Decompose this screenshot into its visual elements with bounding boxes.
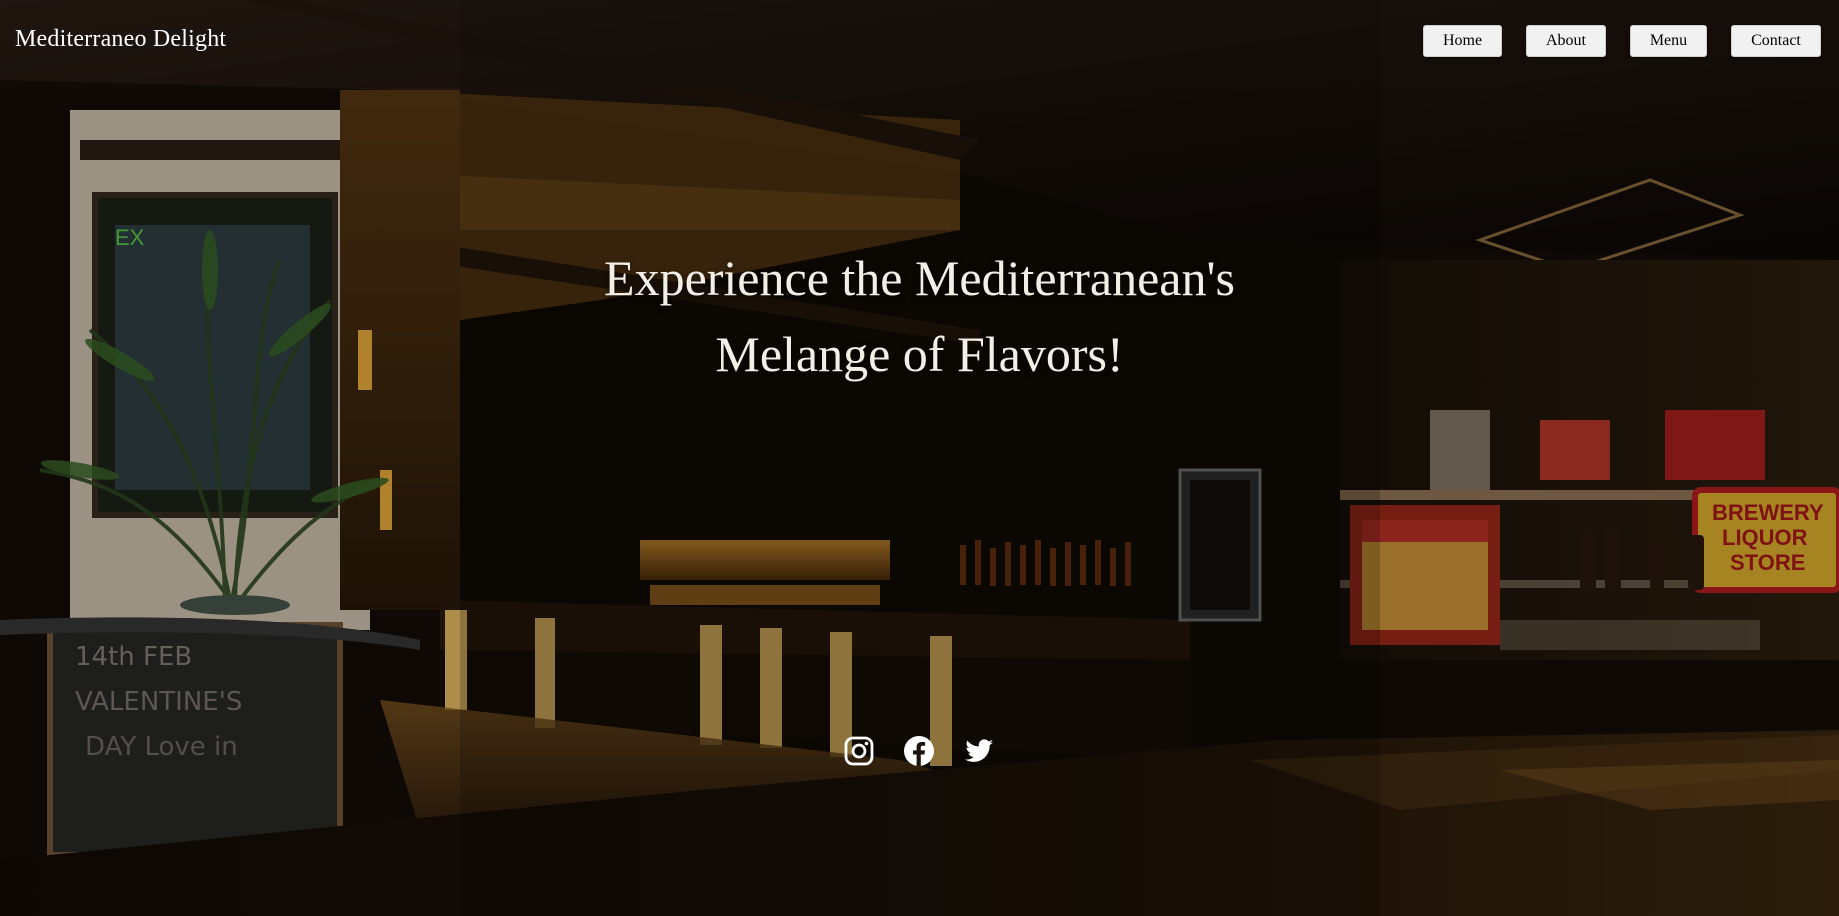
social-links	[843, 735, 995, 767]
main-nav: Home About Menu Contact	[1423, 25, 1821, 57]
svg-text:BREWERY: BREWERY	[1712, 500, 1824, 525]
hero-heading-line2: Melange of Flavors!	[715, 326, 1124, 382]
twitter-link[interactable]	[963, 735, 995, 767]
site-header: Mediterraneo Delight Home About Menu Con…	[0, 0, 1839, 88]
svg-text:DAY Love in: DAY Love in	[85, 732, 238, 762]
background-image: EX 14th FEB VALENTINE'S DAY Love in BREW…	[0, 0, 1839, 916]
nav-contact-button[interactable]: Contact	[1731, 25, 1821, 57]
instagram-icon	[844, 736, 874, 766]
hero-heading-line1: Experience the Mediterranean's	[604, 250, 1235, 306]
svg-text:LIQUOR: LIQUOR	[1722, 525, 1808, 550]
nav-menu-button[interactable]: Menu	[1630, 25, 1707, 57]
nav-about-button[interactable]: About	[1526, 25, 1606, 57]
svg-text:VALENTINE'S: VALENTINE'S	[75, 687, 242, 717]
svg-text:14th FEB: 14th FEB	[75, 642, 192, 672]
brand-title: Mediterraneo Delight	[15, 26, 227, 52]
svg-text:STORE: STORE	[1730, 550, 1805, 575]
instagram-link[interactable]	[843, 735, 875, 767]
facebook-link[interactable]	[903, 735, 935, 767]
hero-section: Experience the Mediterranean's Melange o…	[0, 240, 1839, 392]
nav-home-button[interactable]: Home	[1423, 25, 1502, 57]
twitter-icon	[965, 739, 993, 762]
facebook-icon	[904, 736, 934, 766]
restaurant-interior-illustration: EX 14th FEB VALENTINE'S DAY Love in BREW…	[0, 0, 1839, 916]
page: EX 14th FEB VALENTINE'S DAY Love in BREW…	[0, 0, 1839, 916]
hero-heading: Experience the Mediterranean's Melange o…	[0, 240, 1839, 392]
